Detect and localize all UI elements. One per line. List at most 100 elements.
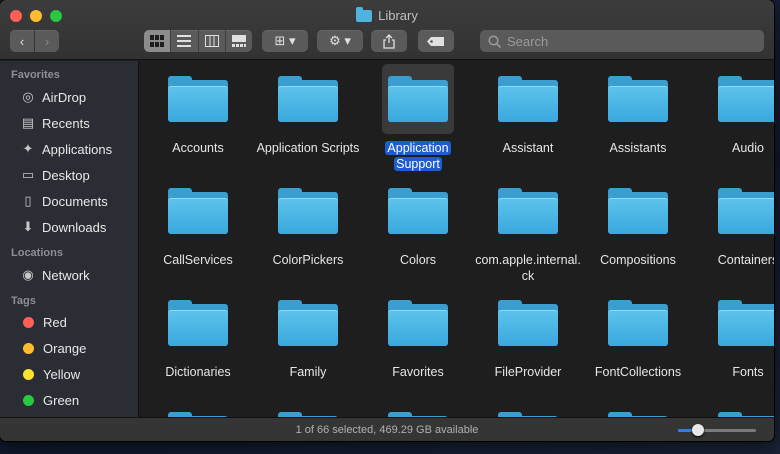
- sidebar-item-documents[interactable]: ▯ Documents: [0, 188, 138, 214]
- folder-item[interactable]: Favorites: [363, 288, 473, 380]
- sidebar-item-label: Yellow: [43, 366, 81, 382]
- tag-color-dot-icon: [23, 394, 34, 406]
- folder-label: Accounts: [172, 141, 224, 155]
- sidebar-item-downloads[interactable]: ⬇ Downloads: [0, 214, 138, 240]
- folder-icon: [382, 288, 454, 358]
- folder-icon: [272, 176, 344, 246]
- list-view-icon: [177, 35, 192, 47]
- folder-icon: [602, 400, 674, 417]
- sidebar-item-recents[interactable]: ▤ Recents: [0, 110, 138, 136]
- sidebar-tag-orange[interactable]: Orange: [0, 335, 138, 361]
- folder-item[interactable]: [363, 400, 473, 417]
- folder-item[interactable]: Dictionaries: [143, 288, 253, 380]
- folder-item[interactable]: CallServices: [143, 176, 253, 268]
- folder-item[interactable]: Assistants: [583, 64, 693, 156]
- list-view-button[interactable]: [171, 30, 199, 52]
- folder-label: Fonts: [732, 365, 764, 379]
- folder-icon: [602, 288, 674, 358]
- gallery-view-icon: [231, 35, 246, 47]
- folder-item[interactable]: Colors: [363, 176, 473, 268]
- tag-icon: [427, 36, 444, 46]
- folder-label: Favorites: [392, 365, 444, 379]
- icon-size-slider[interactable]: [678, 424, 756, 436]
- sidebar: Favorites ◎ AirDrop ▤ Recents ✦ Applications ▭…: [0, 61, 139, 417]
- folder-icon: [162, 64, 234, 134]
- sidebar-item-label: Desktop: [42, 167, 90, 183]
- icon-view-icon: [150, 35, 165, 47]
- folder-item[interactable]: [253, 400, 363, 417]
- forward-button[interactable]: ›: [35, 30, 59, 52]
- folder-label: Colors: [399, 253, 437, 267]
- folder-label: FontCollections: [594, 365, 682, 379]
- sidebar-item-applications[interactable]: ✦ Applications: [0, 136, 138, 162]
- folder-item[interactable]: [693, 400, 774, 417]
- column-view-button[interactable]: [199, 30, 226, 52]
- folder-item[interactable]: FileProvider: [473, 288, 583, 380]
- sidebar-item-airdrop[interactable]: ◎ AirDrop: [0, 84, 138, 110]
- sidebar-heading-locations: Locations: [11, 247, 63, 259]
- folder-label: Compositions: [600, 253, 676, 267]
- airdrop-icon: ◎: [22, 89, 34, 104]
- folder-icon: [712, 400, 774, 417]
- folder-label: Audio: [732, 141, 764, 155]
- sidebar-item-network[interactable]: ◉ Network: [0, 262, 138, 288]
- folder-item[interactable]: [583, 400, 693, 417]
- folder-label: Application Support: [385, 141, 451, 171]
- folder-item[interactable]: Application Support: [363, 64, 473, 172]
- sidebar-tag-yellow[interactable]: Yellow: [0, 361, 138, 387]
- sidebar-tag-green[interactable]: Green: [0, 387, 138, 413]
- folder-icon: [602, 176, 674, 246]
- status-text: 1 of 66 selected, 469.29 GB available: [295, 423, 479, 436]
- folder-item[interactable]: Family: [253, 288, 363, 380]
- recents-icon: ▤: [21, 115, 35, 130]
- folder-item[interactable]: Compositions: [583, 176, 693, 268]
- sidebar-heading-favorites: Favorites: [11, 69, 60, 81]
- tag-color-dot-icon: [23, 342, 34, 354]
- sidebar-item-label: Network: [42, 267, 90, 283]
- folder-item[interactable]: Application Scripts: [253, 64, 363, 156]
- search-input[interactable]: [507, 33, 747, 49]
- sidebar-item-desktop[interactable]: ▭ Desktop: [0, 162, 138, 188]
- applications-icon: ✦: [22, 141, 34, 156]
- folder-item[interactable]: Containers: [693, 176, 774, 268]
- folder-item[interactable]: com.apple.internal.ck: [473, 176, 583, 284]
- tags-button[interactable]: [418, 30, 454, 52]
- folder-icon: [162, 176, 234, 246]
- search-field[interactable]: [480, 30, 764, 52]
- folder-icon: [162, 288, 234, 358]
- group-by-button[interactable]: ⊞ ▾: [262, 30, 308, 52]
- action-menu-button[interactable]: ⚙ ▾: [317, 30, 363, 52]
- sidebar-item-label: Documents: [42, 193, 108, 209]
- icon-view-button[interactable]: [144, 30, 172, 52]
- folder-icon: [382, 400, 454, 417]
- sidebar-tag-red[interactable]: Red: [0, 309, 138, 335]
- column-view-icon: [204, 35, 219, 47]
- slider-knob[interactable]: [691, 424, 704, 436]
- folder-item[interactable]: Fonts: [693, 288, 774, 380]
- sidebar-item-label: Orange: [43, 340, 87, 356]
- share-icon: [383, 33, 395, 49]
- folder-item[interactable]: [473, 400, 583, 417]
- folder-item[interactable]: [143, 400, 253, 417]
- sidebar-item-label: Downloads: [42, 219, 107, 235]
- sidebar-item-label: AirDrop: [42, 89, 87, 105]
- folder-item[interactable]: ColorPickers: [253, 176, 363, 268]
- back-button[interactable]: ‹: [10, 30, 34, 52]
- folder-item[interactable]: Audio: [693, 64, 774, 156]
- folder-icon: [492, 400, 564, 417]
- folder-label: FileProvider: [494, 365, 562, 379]
- folder-item[interactable]: FontCollections: [583, 288, 693, 380]
- window-title-area: Library: [0, 6, 774, 23]
- desktop-icon: ▭: [21, 167, 35, 182]
- group-icon: ⊞ ▾: [274, 33, 296, 48]
- folder-icon: [162, 400, 234, 417]
- folder-label: CallServices: [163, 253, 233, 267]
- folder-icon: [272, 288, 344, 358]
- folder-item[interactable]: Accounts: [143, 64, 253, 156]
- folder-label: com.apple.internal.ck: [475, 253, 581, 283]
- share-button[interactable]: [371, 30, 407, 52]
- finder-window: Library ‹ › ⊞ ▾ ⚙ ▾ Search Favorites ◎ A…: [0, 0, 774, 441]
- folder-item[interactable]: Assistant: [473, 64, 583, 156]
- gallery-view-button[interactable]: [226, 30, 252, 52]
- folder-icon: [356, 6, 373, 22]
